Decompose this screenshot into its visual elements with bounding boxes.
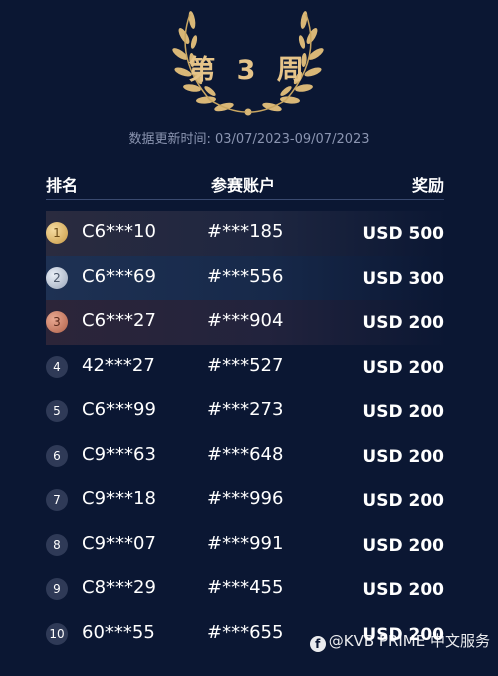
reward-amount: USD 200 xyxy=(362,313,444,333)
table-row: 7 C9***18 #***996 USD 200 xyxy=(46,478,446,523)
account-id: #***556 xyxy=(207,265,284,287)
rank-badge: 4 xyxy=(46,355,68,378)
reward-amount: USD 200 xyxy=(362,535,444,556)
user-id: C9***18 xyxy=(82,488,156,509)
table-row: 9 C8***29 #***455 USD 200 xyxy=(46,567,446,612)
rank-badge: 5 xyxy=(46,400,68,422)
reward-amount: USD 500 xyxy=(362,224,444,244)
gold-medal-badge: 1 xyxy=(46,222,68,244)
user-id: 42***27 xyxy=(82,354,155,376)
account-id: #***648 xyxy=(207,443,284,465)
watermark: f @KVB PRIME 中文服务 xyxy=(309,630,490,652)
account-id: #***991 xyxy=(207,532,284,554)
reward-amount: USD 200 xyxy=(362,357,444,378)
user-id: C8***29 xyxy=(82,577,156,598)
user-id: C6***99 xyxy=(82,399,156,420)
reward-amount: USD 200 xyxy=(362,491,444,511)
leaderboard-list: 1 C6***10 #***185 USD 500 2 C6***69 #***… xyxy=(46,211,446,656)
account-id: #***655 xyxy=(207,621,284,643)
table-row: 4 42***27 #***527 USD 200 xyxy=(46,345,446,390)
reward-amount: USD 200 xyxy=(362,580,444,600)
user-id: C6***27 xyxy=(82,310,156,331)
account-id: #***527 xyxy=(207,354,284,376)
table-row: 5 C6***99 #***273 USD 200 xyxy=(46,389,446,434)
update-time: 数据更新时间: 03/07/2023-09/07/2023 xyxy=(128,132,370,147)
week-title: 第 3 周 xyxy=(188,55,310,86)
header-divider xyxy=(46,199,444,200)
user-id: 60***55 xyxy=(82,621,155,643)
account-id: #***996 xyxy=(207,488,284,509)
rank-badge: 8 xyxy=(46,533,68,556)
reward-amount: USD 300 xyxy=(362,268,444,289)
bronze-medal-badge: 3 xyxy=(46,311,68,333)
account-id: #***273 xyxy=(207,399,284,420)
user-id: C9***07 xyxy=(82,532,156,554)
table-row: 2 C6***69 #***556 USD 300 xyxy=(46,255,446,300)
watermark-text: @KVB PRIME 中文服务 xyxy=(328,632,490,650)
table-row: 8 C9***07 #***991 USD 200 xyxy=(46,523,446,568)
user-id: C6***10 xyxy=(82,221,156,242)
rank-badge: 6 xyxy=(46,444,68,467)
facebook-icon: f xyxy=(309,636,326,652)
user-id: C9***63 xyxy=(82,443,156,465)
table-row: 3 C6***27 #***904 USD 200 xyxy=(46,300,446,345)
column-header-account: 参赛账户 xyxy=(211,176,276,195)
account-id: #***904 xyxy=(207,310,284,331)
column-header-rank: 排名 xyxy=(46,176,79,195)
silver-medal-badge: 2 xyxy=(46,266,68,289)
rank-badge: 9 xyxy=(46,578,68,600)
rank-badge: 10 xyxy=(46,622,68,645)
rank-badge: 7 xyxy=(46,489,68,511)
table-row: 6 C9***63 #***648 USD 200 xyxy=(46,434,446,479)
column-header-reward: 奖励 xyxy=(411,176,444,195)
user-id: C6***69 xyxy=(82,265,156,287)
account-id: #***455 xyxy=(207,577,284,598)
reward-amount: USD 200 xyxy=(362,402,444,422)
table-row: 1 C6***10 #***185 USD 500 xyxy=(46,211,446,256)
reward-amount: USD 200 xyxy=(362,446,444,467)
account-id: #***185 xyxy=(207,221,284,242)
